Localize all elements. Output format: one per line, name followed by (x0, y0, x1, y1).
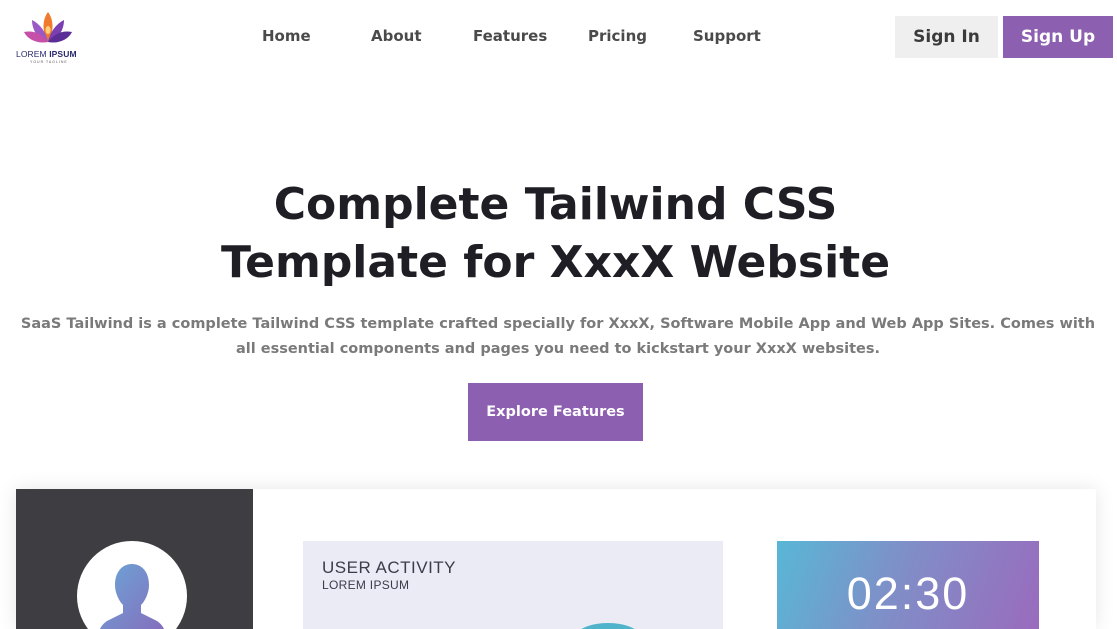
nav-about[interactable]: About (371, 27, 422, 45)
explore-features-button[interactable]: Explore Features (468, 383, 643, 441)
nav-features[interactable]: Features (473, 27, 547, 45)
activity-title: USER ACTIVITY (322, 558, 457, 577)
hero-title: Complete Tailwind CSS Template for XxxX … (0, 176, 1111, 292)
activity-subtitle: LOREM IPSUM (322, 578, 410, 592)
brand-wordmark: LOREM IPSUM (16, 49, 77, 59)
hero-title-line-1: Complete Tailwind CSS (273, 179, 838, 230)
site-header: LOREM IPSUM YOUR TAGLINE Home About Feat… (0, 0, 1117, 76)
hero-subtitle: SaaS Tailwind is a complete Tailwind CSS… (20, 316, 1096, 357)
timer-value: 02:30 (846, 568, 970, 619)
profile-card (16, 489, 253, 629)
avatar (77, 541, 187, 629)
timer-card: 02:30 (777, 541, 1039, 629)
sign-up-button[interactable]: Sign Up (1003, 16, 1113, 58)
user-avatar-icon (100, 564, 164, 629)
hero-title-line-2: Template for XxxX Website (220, 237, 891, 288)
brand-logo[interactable]: LOREM IPSUM YOUR TAGLINE (14, 8, 82, 64)
nav-pricing[interactable]: Pricing (588, 27, 647, 45)
sign-in-button[interactable]: Sign In (895, 16, 998, 58)
user-activity-card: USER ACTIVITY LOREM IPSUM (303, 541, 723, 629)
nav-support[interactable]: Support (693, 27, 761, 45)
nav-home[interactable]: Home (262, 27, 311, 45)
activity-chart-mark (575, 623, 641, 629)
brand-tagline: YOUR TAGLINE (30, 60, 68, 64)
lotus-logo-icon (24, 12, 72, 43)
